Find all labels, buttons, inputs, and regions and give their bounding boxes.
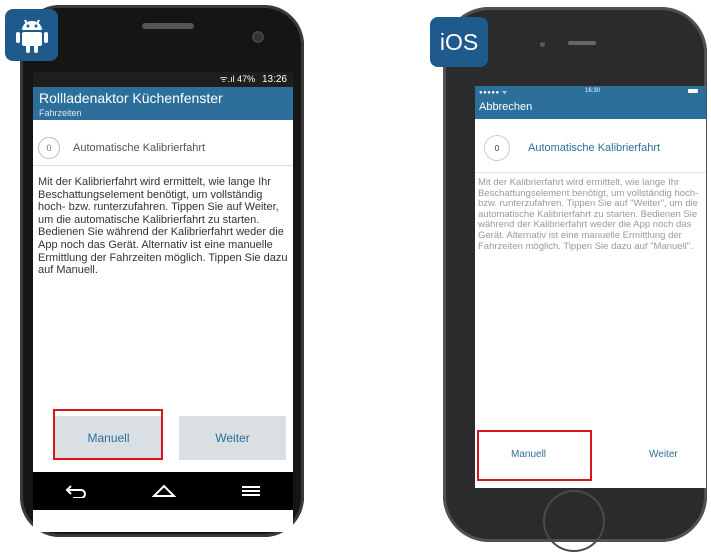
step-label: Automatische Kalibrierfahrt: [528, 142, 661, 154]
front-camera: [254, 33, 262, 41]
ios-badge: iOS: [430, 17, 488, 67]
step-label: Automatische Kalibrierfahrt: [73, 142, 206, 154]
page-subtitle: Fahrzeiten: [39, 108, 82, 118]
step-number-badge: 0: [484, 135, 510, 161]
signal-battery-indicator: ᯤ.ıl 47%: [219, 74, 256, 84]
android-screen: ᯤ.ıl 47% 13:26 Rollladenaktor Küchenfens…: [33, 72, 293, 532]
step-row: 0 Automatische Kalibrierfahrt: [38, 137, 205, 159]
android-nav-bar: [33, 472, 293, 510]
status-time: 13:26: [261, 74, 287, 85]
home-button[interactable]: [543, 490, 605, 552]
step-row: 0 Automatische Kalibrierfahrt: [484, 135, 660, 161]
page-title: Rollladenaktor Küchenfenster: [39, 90, 223, 106]
home-icon[interactable]: [151, 484, 176, 498]
ios-screen: ●●●●● ᯤ 16:30 Abbrechen 0 Automatische K…: [475, 86, 706, 488]
speaker-grille: [568, 41, 596, 45]
front-camera: [540, 42, 545, 47]
weiter-button[interactable]: Weiter: [649, 449, 678, 460]
menu-icon[interactable]: [241, 485, 261, 497]
speaker-grille: [142, 23, 194, 29]
divider: [33, 165, 293, 166]
android-status-bar: ᯤ.ıl 47% 13:26: [33, 72, 293, 87]
manuell-highlight-box: [53, 409, 163, 460]
battery-icon: [688, 89, 698, 93]
description-text: Mit der Kalibrierfahrt wird ermittelt, w…: [38, 176, 288, 277]
step-number-badge: 0: [38, 137, 60, 159]
status-time: 16:30: [585, 88, 601, 94]
cancel-button[interactable]: Abbrechen: [479, 101, 532, 113]
back-icon[interactable]: [65, 484, 87, 498]
weiter-button[interactable]: Weiter: [179, 416, 286, 460]
divider: [475, 172, 706, 173]
ios-header: ●●●●● ᯤ 16:30 Abbrechen: [475, 86, 706, 119]
android-badge: [5, 9, 58, 61]
carrier-signal: ●●●●● ᯤ: [479, 90, 508, 96]
description-text: Mit der Kalibrierfahrt wird ermittelt, w…: [478, 177, 699, 252]
android-robot-icon: [15, 19, 48, 53]
manuell-highlight-box: [477, 430, 592, 481]
android-app-bar: Rollladenaktor Küchenfenster Fahrzeiten: [33, 87, 293, 120]
